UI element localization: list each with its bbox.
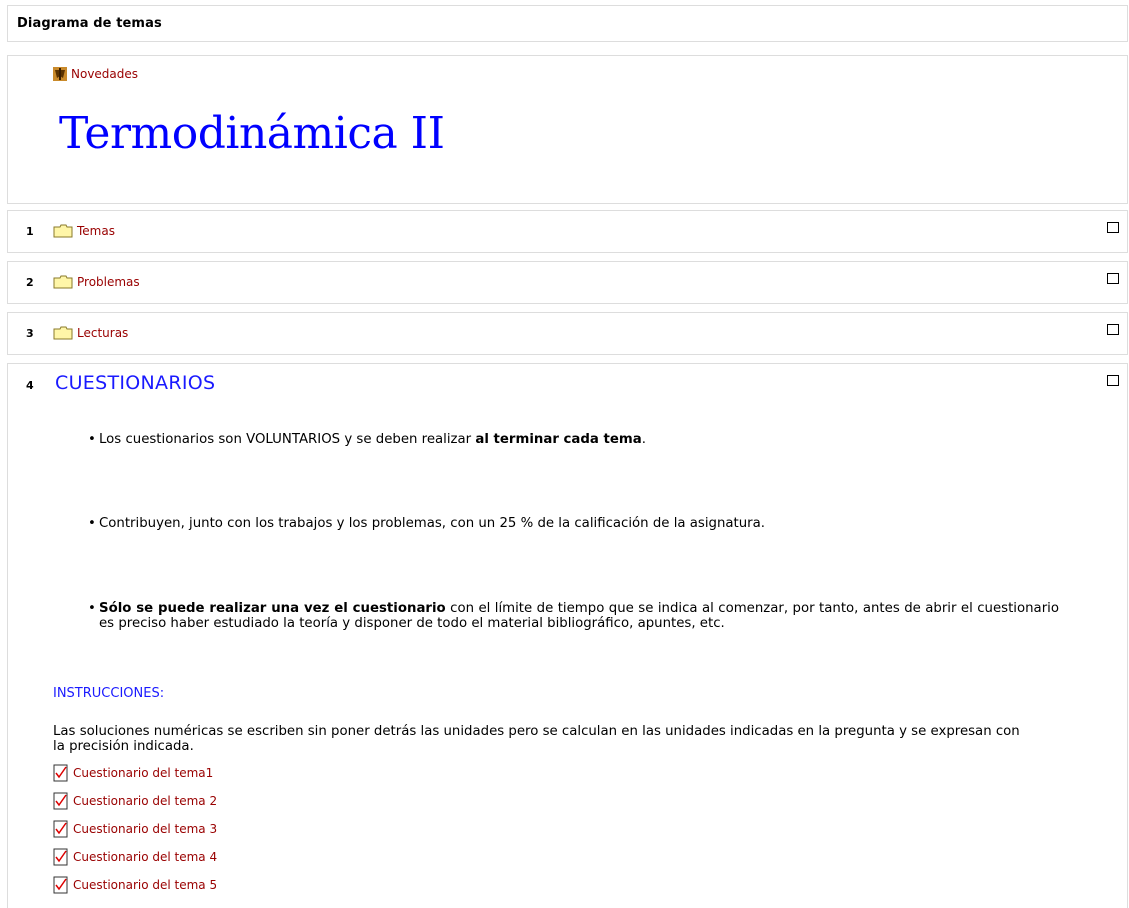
quiz-link[interactable]: Cuestionario del tema 4 (53, 848, 217, 877)
folder-icon (53, 275, 73, 289)
quiz-link[interactable]: Cuestionario del tema 2 (53, 792, 217, 821)
topic-number: 4 (26, 379, 34, 392)
block-header: Diagrama de temas (7, 5, 1128, 42)
topic-number: 3 (26, 327, 34, 340)
highlight-checkbox[interactable] (1107, 222, 1119, 233)
quiz-link[interactable]: Cuestionario del tema1 (53, 764, 217, 793)
topic-section-1: 1 Temas (7, 210, 1128, 253)
section-heading: CUESTIONARIOS (55, 372, 216, 394)
topic-link-lecturas[interactable]: Lecturas (53, 326, 128, 340)
quiz-icon (53, 792, 68, 810)
topic-link-label: Temas (77, 224, 115, 238)
block-title: Diagrama de temas (17, 16, 162, 31)
quiz-link[interactable]: Cuestionario del tema 5 (53, 876, 217, 905)
quiz-list: Cuestionario del tema1 Cuestionario del … (53, 764, 217, 905)
topic-section-4: 4 CUESTIONARIOS Los cuestionarios son VO… (7, 363, 1128, 908)
topic-link-label: Problemas (77, 275, 140, 289)
quiz-icon (53, 820, 68, 838)
news-forum-label: Novedades (71, 67, 139, 81)
instructions-text: Las soluciones numéricas se escriben sin… (53, 724, 1020, 754)
topic-link-label: Lecturas (77, 326, 129, 340)
news-forum-icon (53, 67, 67, 81)
highlight-checkbox[interactable] (1107, 273, 1119, 284)
news-forum-link[interactable]: Novedades (53, 67, 138, 81)
topic-link-temas[interactable]: Temas (53, 224, 115, 238)
folder-icon (53, 326, 73, 340)
section-intro: Novedades Termodinámica II (7, 55, 1128, 204)
highlight-checkbox[interactable] (1107, 324, 1119, 335)
topic-number: 1 (26, 225, 34, 238)
list-item: Sólo se puede realizar una vez el cuesti… (88, 601, 1059, 631)
quiz-link[interactable]: Cuestionario del tema 3 (53, 820, 217, 849)
course-title: Termodinámica II (59, 108, 445, 159)
folder-icon (53, 224, 73, 238)
topic-section-2: 2 Problemas (7, 261, 1128, 304)
quiz-icon (53, 848, 68, 866)
topic-link-problemas[interactable]: Problemas (53, 275, 140, 289)
quiz-icon (53, 764, 68, 782)
list-item: Contribuyen, junto con los trabajos y lo… (88, 516, 1079, 531)
list-item: Los cuestionarios son VOLUNTARIOS y se d… (88, 432, 1049, 447)
instructions-heading: INSTRUCCIONES: (53, 686, 165, 701)
highlight-checkbox[interactable] (1107, 375, 1119, 386)
quiz-icon (53, 876, 68, 894)
rules-list: Los cuestionarios son VOLUNTARIOS y se d… (88, 426, 1068, 631)
topic-section-3: 3 Lecturas (7, 312, 1128, 355)
topic-number: 2 (26, 276, 34, 289)
